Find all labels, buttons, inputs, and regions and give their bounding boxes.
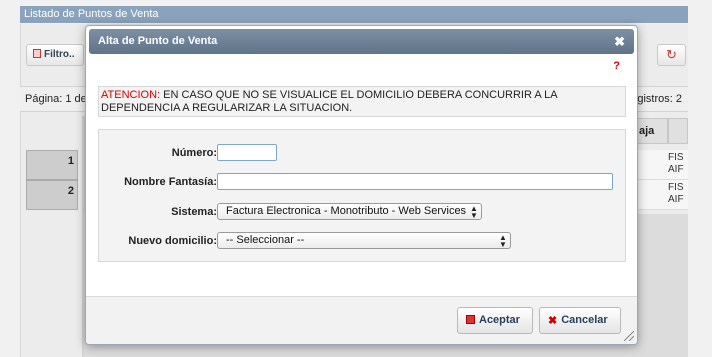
grid-column-header-2[interactable] <box>668 118 688 144</box>
dialog-title: Alta de Punto de Venta <box>98 35 218 47</box>
warning-text: EN CASO QUE NO SE VISUALICE EL DOMICILIO… <box>101 89 557 114</box>
grid-cell <box>636 180 668 210</box>
sistema-select[interactable]: Factura Electronica - Monotributo - Web … <box>217 203 482 220</box>
filter-button[interactable]: Filtro.. <box>26 44 84 66</box>
save-icon <box>466 315 475 324</box>
nombre-fantasia-input[interactable] <box>217 173 613 190</box>
cancelar-button[interactable]: ✖ Cancelar <box>539 307 621 334</box>
numero-label: Número: <box>171 147 217 159</box>
filter-icon <box>33 49 41 58</box>
dialog-footer: Aceptar ✖ Cancelar <box>86 296 637 344</box>
updown-icon: ▲ ▼ <box>470 204 478 220</box>
domicilio-selected-value: -- Seleccionar -- <box>226 234 305 246</box>
warning-label: ATENCION: <box>101 89 161 101</box>
close-icon[interactable]: ✖ <box>614 29 625 54</box>
alta-punto-venta-dialog: Alta de Punto de Venta ✖ ? ATENCION: EN … <box>85 25 638 345</box>
grid-cell <box>636 150 668 180</box>
grid-row-number[interactable]: 1 <box>26 150 78 180</box>
help-icon[interactable]: ? <box>613 60 620 72</box>
sistema-selected-value: Factura Electronica - Monotributo - Web … <box>226 205 467 217</box>
cancelar-label: Cancelar <box>561 314 608 326</box>
window-title: Listado de Puntos de Venta <box>20 6 688 23</box>
grid-row-number[interactable]: 2 <box>26 180 78 210</box>
grid-cell: FIS AIF <box>668 150 688 180</box>
aceptar-button[interactable]: Aceptar <box>457 307 533 334</box>
warning-message: ATENCION: EN CASO QUE NO SE VISUALICE EL… <box>98 86 626 117</box>
form-panel: Número: Nombre Fantasía: Sistema: Factur… <box>98 129 626 262</box>
close-icon: ✖ <box>548 315 558 327</box>
updown-icon: ▲ ▼ <box>499 233 507 249</box>
aceptar-label: Aceptar <box>479 314 520 326</box>
grid-column-header[interactable]: aja <box>636 118 668 144</box>
dialog-titlebar[interactable]: Alta de Punto de Venta ✖ <box>89 29 634 54</box>
refresh-icon: ↻ <box>666 47 677 62</box>
nombre-fantasia-label: Nombre Fantasía: <box>124 176 217 188</box>
sistema-label: Sistema: <box>171 206 217 218</box>
numero-input[interactable] <box>217 144 277 161</box>
resize-handle-icon[interactable] <box>624 331 634 341</box>
refresh-button[interactable]: ↻ <box>657 44 686 66</box>
pager-page-text: Página: 1 de <box>25 93 87 105</box>
filter-button-label: Filtro.. <box>44 49 75 60</box>
nuevo-domicilio-select[interactable]: -- Seleccionar -- ▲ ▼ <box>217 232 511 249</box>
grid-cell: FIS AIF <box>668 180 688 210</box>
nuevo-domicilio-label: Nuevo domicilio: <box>128 235 217 247</box>
pager-records-text: gistros: 2 <box>637 93 682 105</box>
